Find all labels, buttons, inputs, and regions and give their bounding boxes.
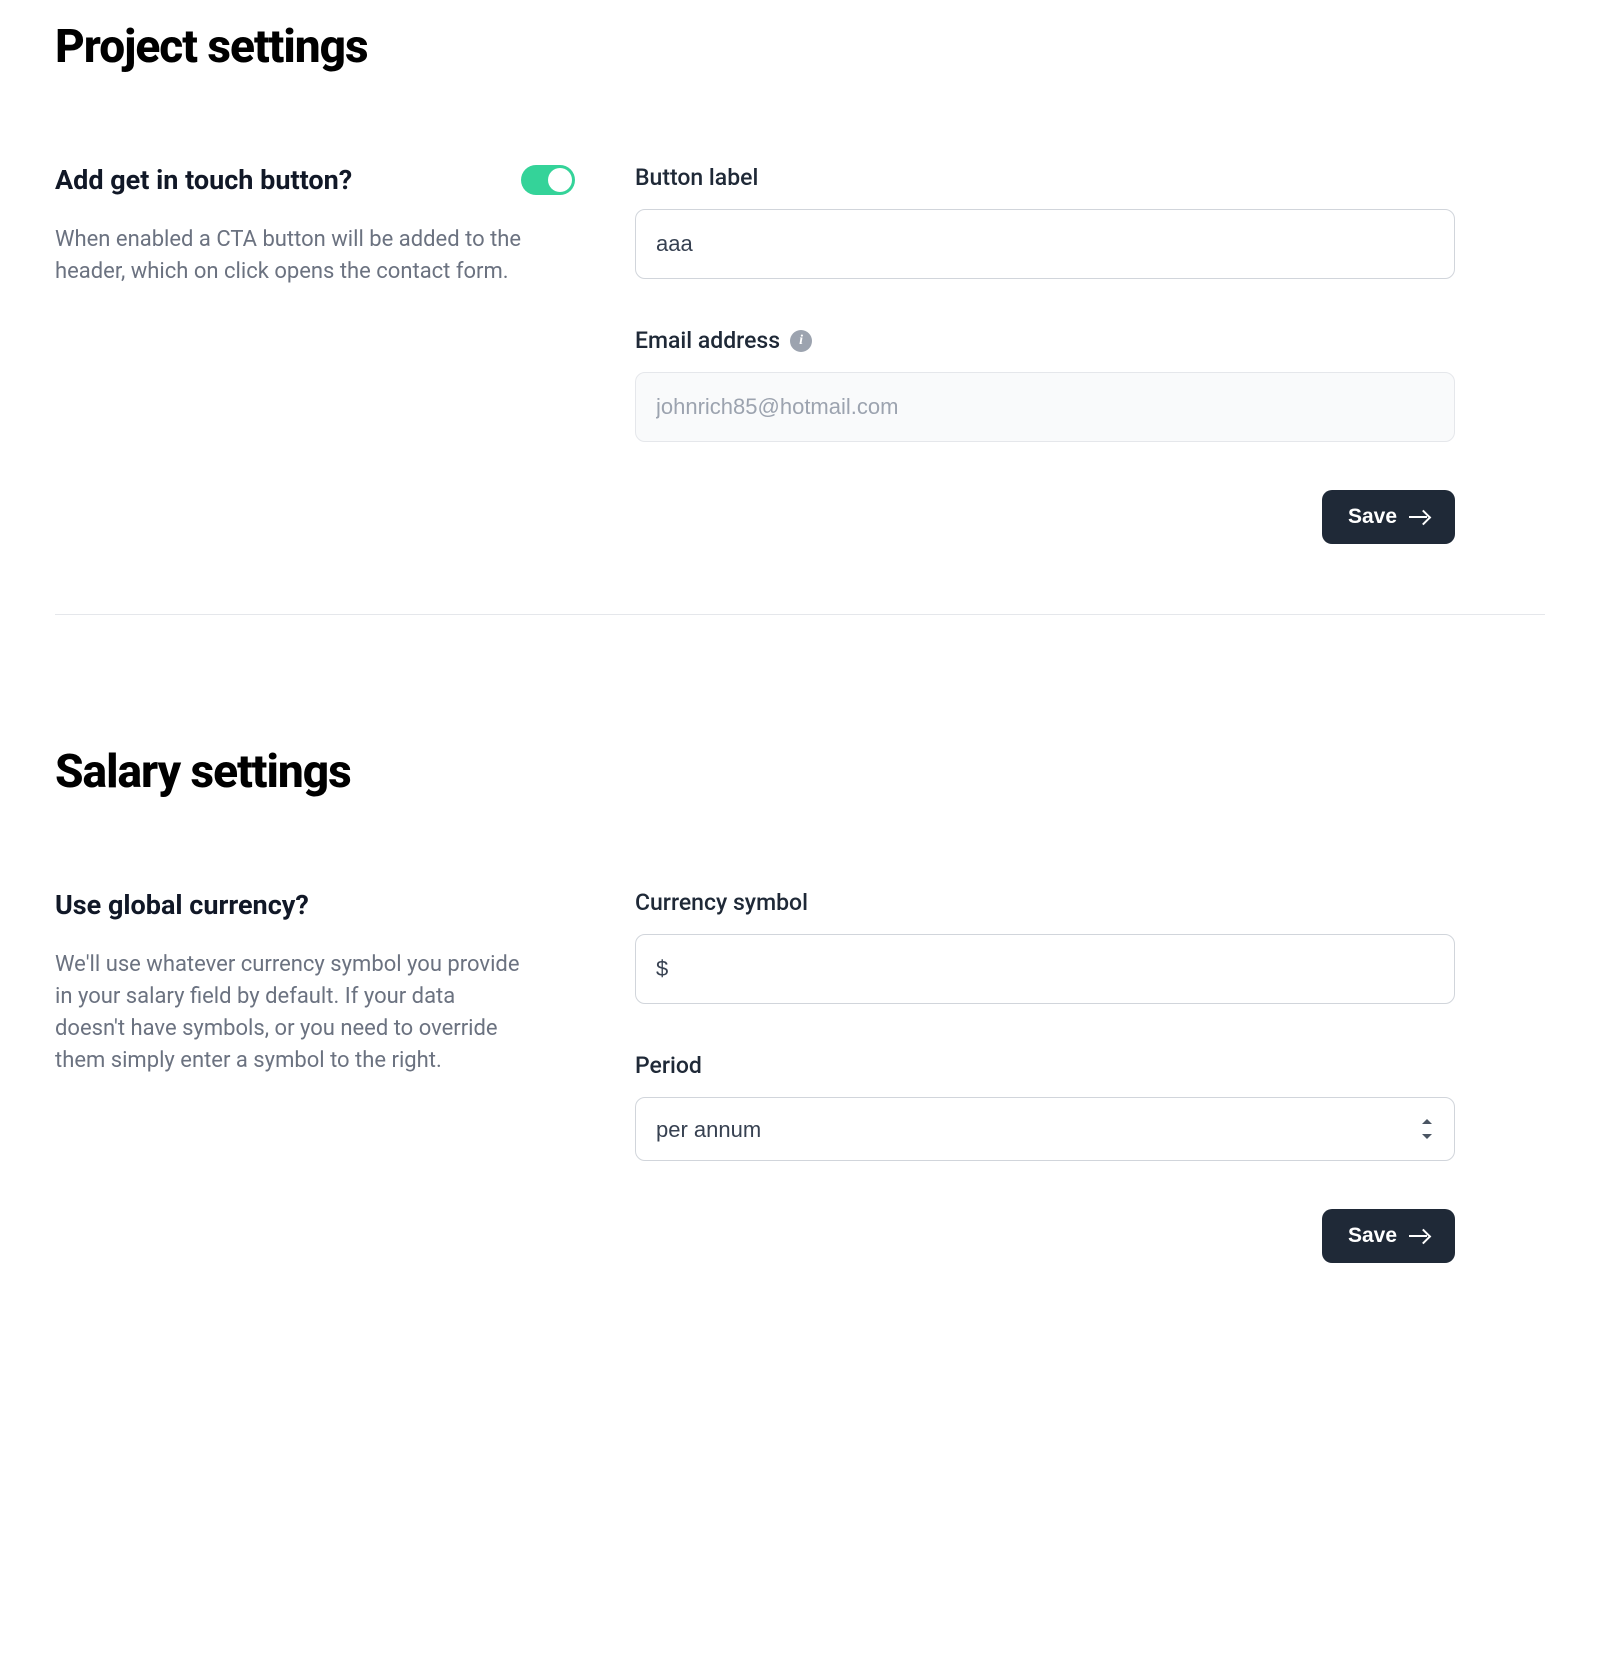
toggle-knob	[548, 168, 572, 192]
button-label-label: Button label	[635, 164, 758, 191]
email-input	[635, 372, 1455, 442]
arrow-right-icon	[1409, 1229, 1429, 1243]
save-button-label: Save	[1348, 505, 1397, 529]
project-settings-heading: Project settings	[55, 20, 1545, 74]
project-left-column: Add get in touch button? When enabled a …	[55, 164, 575, 544]
button-label-field: Button label	[635, 164, 1455, 279]
salary-settings-heading: Salary settings	[55, 745, 1545, 799]
button-label-input[interactable]	[635, 209, 1455, 279]
email-field: Email address	[635, 327, 1455, 442]
salary-settings-section: Salary settings Use global currency? We'…	[55, 614, 1545, 1333]
period-field: Period per annum	[635, 1052, 1455, 1161]
save-button-label: Save	[1348, 1224, 1397, 1248]
salary-right-column: Currency symbol Period per annum Save	[635, 889, 1455, 1263]
currency-symbol-input[interactable]	[635, 934, 1455, 1004]
email-label: Email address	[635, 327, 780, 354]
info-icon[interactable]	[790, 330, 812, 352]
arrow-right-icon	[1409, 510, 1429, 524]
period-label: Period	[635, 1052, 702, 1079]
get-in-touch-toggle[interactable]	[521, 165, 575, 195]
global-currency-subhead: Use global currency?	[55, 889, 309, 921]
get-in-touch-description: When enabled a CTA button will be added …	[55, 224, 525, 288]
currency-symbol-field: Currency symbol	[635, 889, 1455, 1004]
salary-left-column: Use global currency? We'll use whatever …	[55, 889, 575, 1263]
project-right-column: Button label Email address Save	[635, 164, 1455, 544]
currency-symbol-label: Currency symbol	[635, 889, 808, 916]
period-select[interactable]: per annum	[635, 1097, 1455, 1161]
salary-save-button[interactable]: Save	[1322, 1209, 1455, 1263]
project-settings-section: Project settings Add get in touch button…	[55, 20, 1545, 614]
global-currency-description: We'll use whatever currency symbol you p…	[55, 949, 525, 1077]
get-in-touch-toggle-label: Add get in touch button?	[55, 164, 352, 196]
project-save-button[interactable]: Save	[1322, 490, 1455, 544]
